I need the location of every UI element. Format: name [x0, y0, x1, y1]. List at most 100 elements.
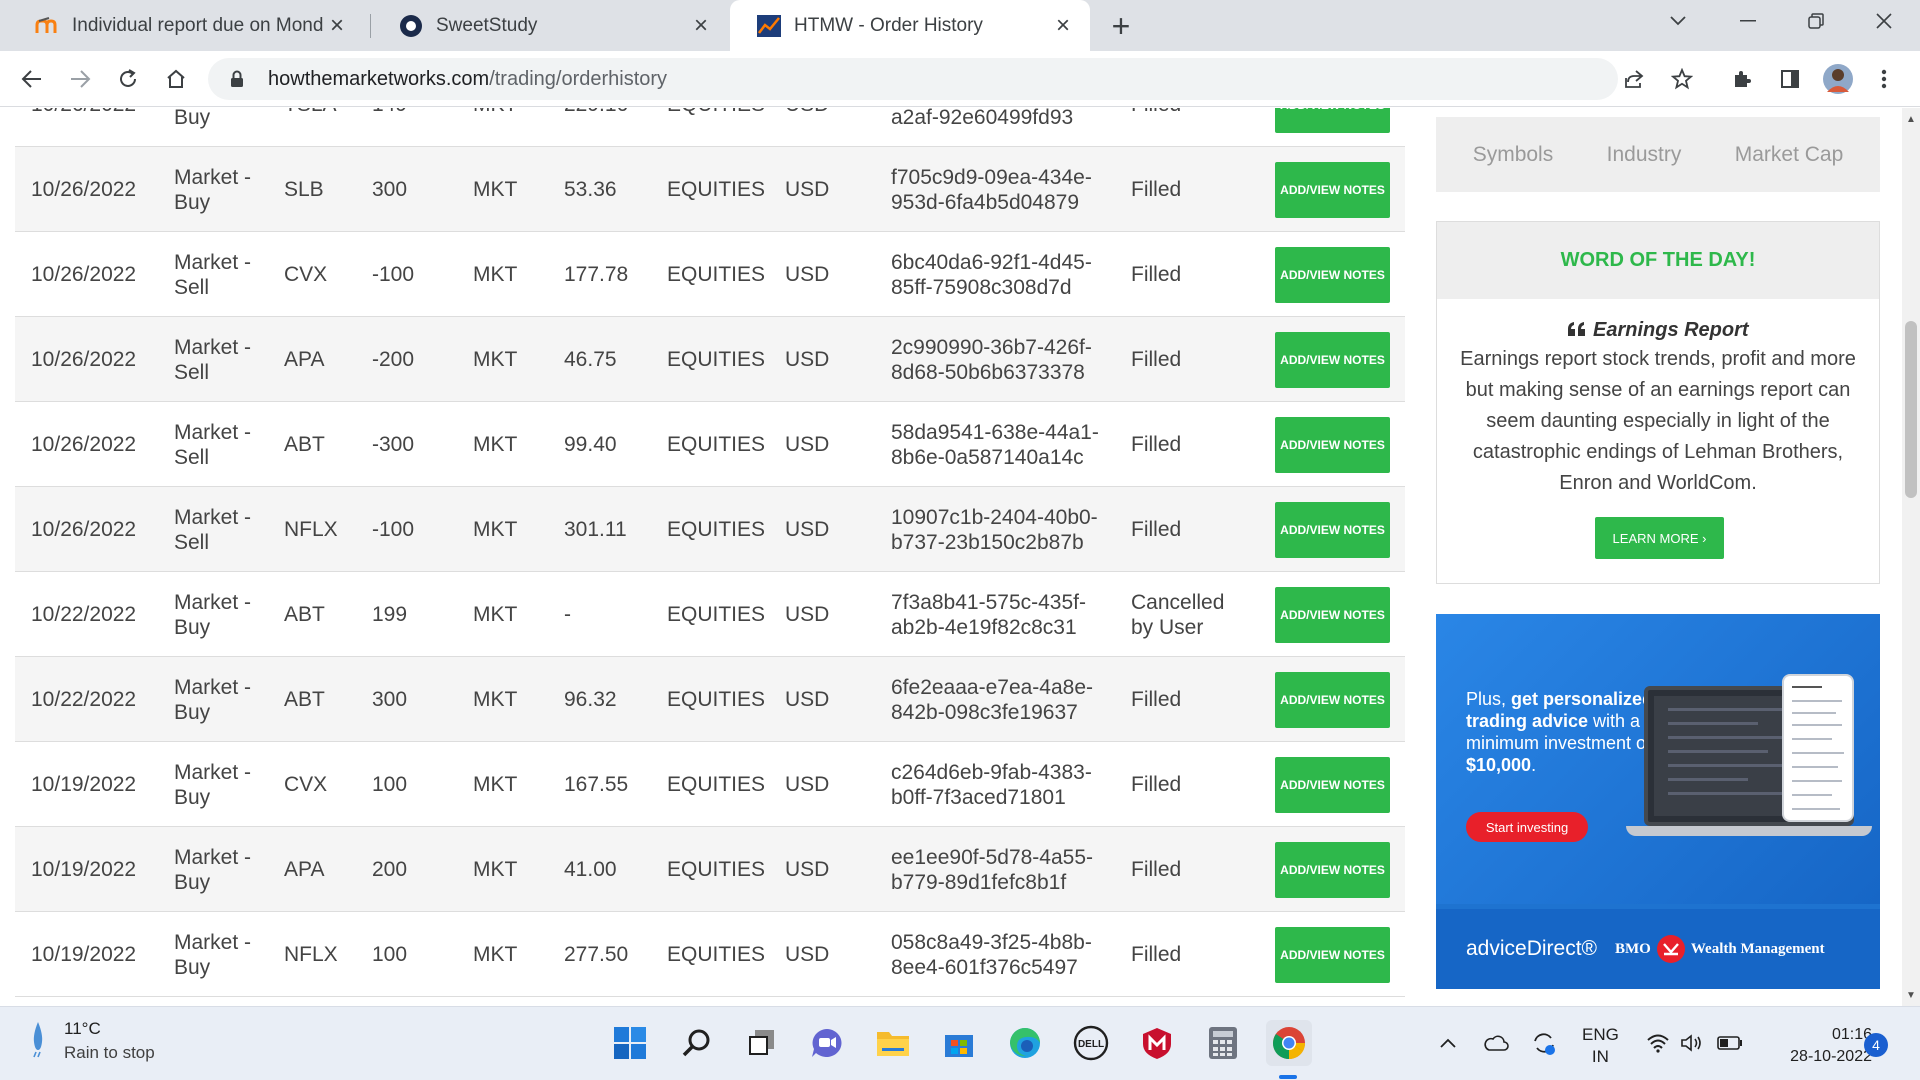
dell-icon[interactable]: DELL — [1068, 1020, 1114, 1066]
add-view-notes-button[interactable]: ADD/VIEW NOTES — [1275, 757, 1390, 813]
order-date: 10/22/2022 — [31, 688, 137, 711]
battery-icon[interactable] — [1714, 1027, 1746, 1059]
table-row: 10/19/2022 Market - Buy NFLX 100 MKT 277.50 EQ… — [15, 912, 1405, 997]
back-button[interactable] — [14, 61, 50, 97]
windows-start-icon[interactable] — [607, 1020, 653, 1066]
add-view-notes-button[interactable]: ADD/VIEW NOTES — [1275, 162, 1390, 218]
calculator-icon[interactable] — [1200, 1020, 1246, 1066]
page-scrollbar[interactable]: ▲ ▼ — [1902, 108, 1920, 1006]
laptop-base — [1626, 826, 1872, 836]
minimize-button[interactable] — [1718, 0, 1778, 42]
tab-htmw-order-history[interactable]: HTMW - Order History × — [730, 0, 1090, 51]
side-panel-icon[interactable] — [1772, 61, 1808, 97]
add-view-notes-button[interactable]: ADD/VIEW NOTES — [1275, 417, 1390, 473]
teams-chat-icon[interactable] — [804, 1020, 850, 1066]
restore-button[interactable] — [1786, 0, 1846, 42]
close-icon[interactable]: × — [1050, 12, 1076, 39]
screener-filter-tabs: Symbols Industry Market Cap — [1436, 117, 1880, 192]
scroll-down-arrow-icon[interactable]: ▼ — [1902, 986, 1920, 1004]
security-class: EQUITIES — [667, 518, 766, 541]
order-status: Filled — [1131, 348, 1182, 371]
filter-tab-symbols[interactable]: Symbols — [1473, 143, 1554, 167]
add-view-notes-button[interactable]: ADD/VIEW NOTES — [1275, 502, 1390, 558]
order-id: 2c990990-36b7-426f-8d68-50b6b6373378 — [891, 335, 1092, 384]
add-view-notes-button[interactable]: ADD/VIEW NOTES — [1275, 842, 1390, 898]
phone-image — [1782, 674, 1854, 822]
ad-headline: Plus, get personalized trading advice wi… — [1466, 688, 1666, 776]
profile-avatar[interactable] — [1820, 61, 1856, 97]
order-currency: USD — [785, 518, 830, 541]
scroll-up-arrow-icon[interactable]: ▲ — [1902, 110, 1920, 128]
order-price: 99.40 — [564, 433, 617, 456]
clock-date: 28-10-2022 — [1790, 1048, 1872, 1065]
order-currency: USD — [785, 858, 830, 881]
close-icon[interactable]: × — [324, 12, 350, 39]
forward-button[interactable] — [62, 61, 98, 97]
add-view-notes-button[interactable]: ADD/VIEW NOTES — [1275, 332, 1390, 388]
notification-count-badge[interactable]: 4 — [1864, 1033, 1888, 1057]
chrome-browser-icon[interactable] — [1266, 1020, 1312, 1066]
tab-moodle[interactable]: Individual report due on Monday × — [8, 0, 364, 51]
order-kind: MKT — [473, 108, 553, 147]
order-kind: MKT — [473, 263, 518, 286]
address-bar[interactable]: howthemarketworks.com/trading/orderhisto… — [208, 58, 1618, 100]
order-type: Market - Buy — [174, 108, 211, 129]
start-investing-button[interactable]: Start investing — [1466, 812, 1588, 842]
order-type: Market - Buy — [174, 845, 252, 894]
task-view-icon[interactable] — [738, 1020, 784, 1066]
wifi-icon[interactable] — [1642, 1027, 1674, 1059]
file-explorer-icon[interactable] — [870, 1020, 916, 1066]
order-kind: MKT — [473, 518, 518, 541]
share-icon[interactable] — [1616, 61, 1652, 97]
close-window-button[interactable] — [1854, 0, 1914, 42]
scrollbar-thumb[interactable] — [1905, 321, 1917, 498]
add-view-notes-button[interactable]: ADD/VIEW NOTES — [1275, 587, 1390, 643]
sync-status-icon[interactable] — [1528, 1027, 1560, 1059]
add-view-notes-button[interactable]: ADD/VIEW NOTES — [1275, 927, 1390, 983]
system-clock[interactable]: 01:16 28-10-2022 — [1762, 1024, 1872, 1068]
order-date: 10/22/2022 — [31, 603, 137, 626]
volume-icon[interactable] — [1676, 1027, 1708, 1059]
learn-more-button[interactable]: LEARN MORE › — [1595, 517, 1724, 559]
search-icon[interactable] — [674, 1020, 720, 1066]
lock-icon[interactable] — [226, 68, 248, 90]
add-view-notes-button[interactable]: ADD/VIEW NOTES — [1275, 247, 1390, 303]
tab-strip: Individual report due on Monday × SweetS… — [0, 0, 1920, 51]
order-status: Filled — [1131, 518, 1182, 541]
home-button[interactable] — [158, 61, 194, 97]
order-date: 10/26/2022 — [31, 263, 137, 286]
bmo-advertisement[interactable]: Plus, get personalized trading advice wi… — [1436, 614, 1880, 989]
kebab-menu-icon[interactable] — [1866, 61, 1902, 97]
microsoft-store-icon[interactable] — [936, 1020, 982, 1066]
filter-tab-industry[interactable]: Industry — [1607, 143, 1682, 167]
order-quantity: 200 — [372, 858, 408, 881]
filter-tab-market-cap[interactable]: Market Cap — [1735, 143, 1844, 167]
tab-search-chevron-icon[interactable] — [1648, 0, 1708, 42]
weather-widget[interactable]: 11°C Rain to stop — [30, 1019, 155, 1063]
add-view-notes-button[interactable]: ADD/VIEW NOTES — [1275, 672, 1390, 728]
close-icon[interactable]: × — [688, 12, 714, 39]
reload-button[interactable] — [110, 61, 146, 97]
onedrive-cloud-icon[interactable] — [1480, 1027, 1512, 1059]
order-date: 10/19/2022 — [31, 773, 137, 796]
order-quantity: 300 — [372, 178, 408, 201]
url-host: howthemarketworks.com — [268, 67, 490, 90]
edge-browser-icon[interactable] — [1002, 1020, 1048, 1066]
bookmark-star-icon[interactable] — [1664, 61, 1700, 97]
show-hidden-icons-chevron-icon[interactable] — [1432, 1027, 1464, 1059]
order-price: 277.50 — [564, 943, 629, 966]
order-quantity: -100 — [372, 263, 415, 286]
ad-text-3: . — [1531, 755, 1537, 775]
extensions-puzzle-icon[interactable] — [1724, 61, 1760, 97]
mcafee-icon[interactable] — [1134, 1020, 1180, 1066]
add-view-notes-button[interactable]: ADD/VIEW NOTES — [1275, 108, 1390, 133]
order-kind: MKT — [473, 688, 518, 711]
wealth-management-wordmark: Wealth Management — [1690, 940, 1825, 957]
order-quantity: 100 — [372, 773, 408, 796]
bmo-roundel-icon — [1656, 935, 1685, 963]
new-tab-button[interactable]: + — [1104, 8, 1138, 44]
order-id: c264d6eb-9fab-4383-b0ff-7f3aced71801 — [891, 760, 1092, 809]
input-language-indicator[interactable]: ENG IN — [1582, 1024, 1619, 1068]
tab-sweetstudy[interactable]: SweetStudy × — [372, 0, 728, 51]
order-symbol: NFLX — [284, 518, 338, 541]
